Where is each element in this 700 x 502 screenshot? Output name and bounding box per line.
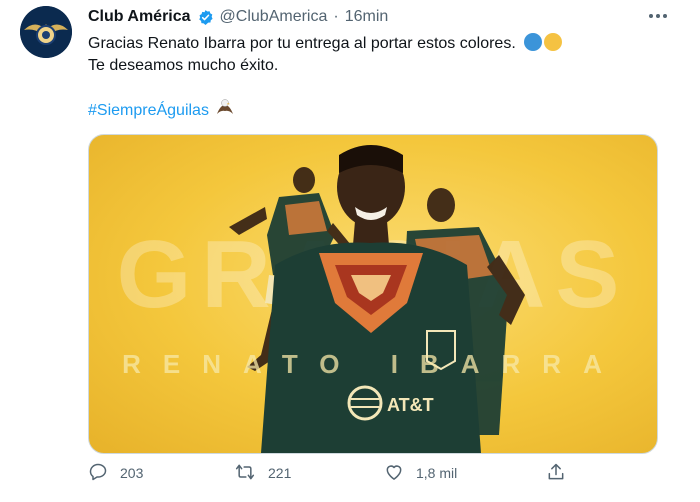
player-name-overlay: RENATO IBARRA	[122, 349, 624, 379]
hashtag-line: #SiempreÁguilas	[88, 98, 235, 123]
tweet-line-1: Gracias Renato Ibarra por tu entrega al …	[88, 33, 668, 55]
tweet-line-1-text: Gracias Renato Ibarra por tu entrega al …	[88, 35, 516, 52]
tweet-text: Gracias Renato Ibarra por tu entrega al …	[88, 33, 668, 77]
player-graphic: GRACIAS	[117, 145, 624, 453]
like-icon	[384, 462, 404, 485]
blue-circle-emoji	[524, 33, 543, 51]
tweet-header: Club América @ClubAmerica · 16min	[88, 6, 388, 28]
reply-icon	[88, 462, 108, 485]
like-button[interactable]: 1,8 mil	[384, 462, 457, 484]
account-handle[interactable]: @ClubAmerica	[220, 8, 328, 26]
tweet-line-2: Te deseamos mucho éxito.	[88, 57, 279, 74]
reply-button[interactable]: 203	[88, 462, 143, 484]
tweet[interactable]: Club América @ClubAmerica · 16min Gracia…	[0, 0, 700, 502]
sponsor-logo-text: AT&T	[387, 395, 434, 415]
share-icon	[546, 462, 566, 485]
hashtag-link[interactable]: #SiempreÁguilas	[88, 100, 209, 122]
eagle-icon	[215, 98, 235, 123]
reply-count: 203	[120, 465, 144, 481]
retweet-button[interactable]: 221	[234, 462, 291, 484]
share-button[interactable]	[546, 462, 566, 484]
like-count: 1,8 mil	[416, 465, 458, 481]
account-name[interactable]: Club América	[88, 8, 191, 26]
retweet-icon	[234, 462, 256, 485]
separator: ·	[333, 8, 339, 25]
avatar[interactable]	[20, 6, 72, 58]
timestamp[interactable]: 16min	[345, 8, 389, 26]
tweet-image[interactable]: GRACIAS	[88, 134, 658, 454]
more-icon[interactable]	[646, 6, 670, 26]
tweet-actions: 203 221 1,8 mil	[88, 462, 568, 484]
yellow-circle-emoji	[544, 33, 563, 51]
retweet-count: 221	[268, 465, 292, 481]
verified-icon	[197, 9, 214, 26]
